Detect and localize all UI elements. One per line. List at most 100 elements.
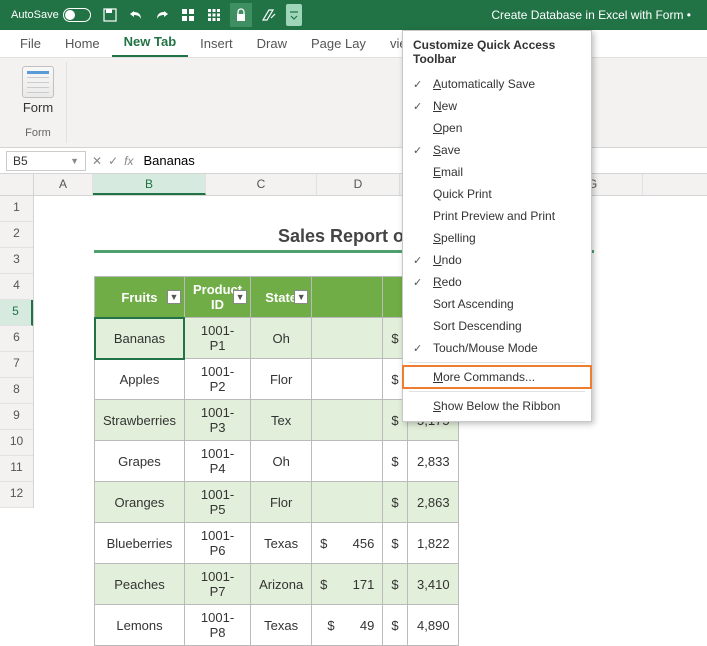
redo-icon[interactable] bbox=[152, 3, 172, 27]
worksheet-grid[interactable]: ABCDEFG 123456789101112 Sales Report of … bbox=[0, 174, 707, 508]
col-header-C[interactable]: C bbox=[206, 174, 317, 195]
qat-menu-more-commands[interactable]: More Commands... bbox=[403, 366, 591, 388]
cell-fruit[interactable]: Apples bbox=[95, 359, 185, 400]
fx-icon[interactable]: fx bbox=[124, 154, 133, 168]
cell-sales[interactable]: 2,863 bbox=[407, 482, 458, 523]
autosave-toggle[interactable]: AutoSave bbox=[8, 3, 94, 27]
qat-menu-item-print-preview-and-print[interactable]: Print Preview and Print bbox=[403, 205, 591, 227]
cell-cur[interactable]: $ bbox=[383, 605, 407, 646]
qat-menu-item-undo[interactable]: ✓Undo bbox=[403, 249, 591, 271]
row-header-6[interactable]: 6 bbox=[0, 326, 33, 352]
qat-menu-item-save[interactable]: ✓Save bbox=[403, 139, 591, 161]
row-header-3[interactable]: 3 bbox=[0, 248, 33, 274]
cell-pid[interactable]: 1001-P5 bbox=[184, 482, 250, 523]
cell-pid[interactable]: 1001-P4 bbox=[184, 441, 250, 482]
cell-qty[interactable]: $ 49 bbox=[312, 605, 383, 646]
cell-pid[interactable]: 1001-P1 bbox=[184, 318, 250, 359]
cell-qty[interactable] bbox=[312, 441, 383, 482]
checkmark-icon[interactable]: ✓ bbox=[108, 154, 118, 168]
row-header-12[interactable]: 12 bbox=[0, 482, 33, 508]
cell-qty[interactable] bbox=[312, 359, 383, 400]
row-header-8[interactable]: 8 bbox=[0, 378, 33, 404]
lock-icon[interactable] bbox=[230, 3, 252, 27]
col-header-B[interactable]: B bbox=[93, 174, 206, 195]
select-all-corner[interactable] bbox=[0, 174, 34, 195]
tab-draw[interactable]: Draw bbox=[245, 30, 299, 57]
cell-state[interactable]: Flor bbox=[251, 359, 312, 400]
cell-qty[interactable] bbox=[312, 482, 383, 523]
row-header-4[interactable]: 4 bbox=[0, 274, 33, 300]
cell-pid[interactable]: 1001-P8 bbox=[184, 605, 250, 646]
cancel-icon[interactable]: ✕ bbox=[92, 154, 102, 168]
dropdown-icon[interactable]: ▼ bbox=[294, 290, 308, 304]
cell-fruit[interactable]: Oranges bbox=[95, 482, 185, 523]
cell-fruit[interactable]: Blueberries bbox=[95, 523, 185, 564]
qat-menu-item-redo[interactable]: ✓Redo bbox=[403, 271, 591, 293]
clear-format-icon[interactable] bbox=[258, 3, 280, 27]
save-icon[interactable] bbox=[100, 3, 120, 27]
dropdown-icon[interactable]: ▼ bbox=[233, 290, 247, 304]
qat-menu-item-open[interactable]: Open bbox=[403, 117, 591, 139]
qat-menu-item-email[interactable]: Email bbox=[403, 161, 591, 183]
cell-pid[interactable]: 1001-P6 bbox=[184, 523, 250, 564]
cell-sales[interactable]: 1,822 bbox=[407, 523, 458, 564]
cell-qty[interactable] bbox=[312, 400, 383, 441]
cell-cur[interactable]: $ bbox=[383, 523, 407, 564]
qat-menu-item-sort-ascending[interactable]: Sort Ascending bbox=[403, 293, 591, 315]
cell-cur[interactable]: $ bbox=[383, 441, 407, 482]
thumbnails-icon[interactable] bbox=[204, 3, 224, 27]
qat-menu-item-sort-descending[interactable]: Sort Descending bbox=[403, 315, 591, 337]
qat-menu-show-below[interactable]: Show Below the Ribbon bbox=[403, 395, 591, 417]
cell-qty[interactable]: $ 171 bbox=[312, 564, 383, 605]
qat-menu-item-touch-mouse-mode[interactable]: ✓Touch/Mouse Mode bbox=[403, 337, 591, 359]
cell-sales[interactable]: 3,410 bbox=[407, 564, 458, 605]
cell-qty[interactable] bbox=[312, 318, 383, 359]
undo-icon[interactable] bbox=[126, 3, 146, 27]
cell-sales[interactable]: 2,833 bbox=[407, 441, 458, 482]
cell-cur[interactable]: $ bbox=[383, 564, 407, 605]
row-header-7[interactable]: 7 bbox=[0, 352, 33, 378]
tab-new-tab[interactable]: New Tab bbox=[112, 28, 189, 57]
tab-page-lay[interactable]: Page Lay bbox=[299, 30, 378, 57]
cell-pid[interactable]: 1001-P7 bbox=[184, 564, 250, 605]
col-header-A[interactable]: A bbox=[34, 174, 93, 195]
table-header[interactable]: Fruits▼ bbox=[95, 277, 185, 318]
cell-fruit[interactable]: Bananas bbox=[95, 318, 185, 359]
cell-state[interactable]: Tex bbox=[251, 400, 312, 441]
cell-state[interactable]: Flor bbox=[251, 482, 312, 523]
col-header-D[interactable]: D bbox=[317, 174, 400, 195]
qat-menu-item-automatically-save[interactable]: ✓Automatically Save bbox=[403, 73, 591, 95]
cell-fruit[interactable]: Grapes bbox=[95, 441, 185, 482]
row-header-1[interactable]: 1 bbox=[0, 196, 33, 222]
table-header[interactable]: State▼ bbox=[251, 277, 312, 318]
tab-file[interactable]: File bbox=[8, 30, 53, 57]
row-header-2[interactable]: 2 bbox=[0, 222, 33, 248]
name-box[interactable]: B5 ▼ bbox=[6, 151, 86, 171]
dropdown-icon[interactable]: ▼ bbox=[167, 290, 181, 304]
form-button[interactable]: Form bbox=[22, 66, 54, 115]
table-header[interactable]: Product ID▼ bbox=[184, 277, 250, 318]
tab-insert[interactable]: Insert bbox=[188, 30, 245, 57]
row-header-9[interactable]: 9 bbox=[0, 404, 33, 430]
cell-fruit[interactable]: Lemons bbox=[95, 605, 185, 646]
grid-icon[interactable] bbox=[178, 3, 198, 27]
cell-state[interactable]: Texas bbox=[251, 605, 312, 646]
tab-home[interactable]: Home bbox=[53, 30, 112, 57]
cell-fruit[interactable]: Strawberries bbox=[95, 400, 185, 441]
row-header-11[interactable]: 11 bbox=[0, 456, 33, 482]
qat-menu-item-new[interactable]: ✓New bbox=[403, 95, 591, 117]
cell-sales[interactable]: 4,890 bbox=[407, 605, 458, 646]
cell-fruit[interactable]: Peaches bbox=[95, 564, 185, 605]
cell-qty[interactable]: $ 456 bbox=[312, 523, 383, 564]
qat-menu-item-quick-print[interactable]: Quick Print bbox=[403, 183, 591, 205]
cell-state[interactable]: Texas bbox=[251, 523, 312, 564]
cell-cur[interactable]: $ bbox=[383, 482, 407, 523]
row-header-10[interactable]: 10 bbox=[0, 430, 33, 456]
cell-pid[interactable]: 1001-P3 bbox=[184, 400, 250, 441]
cell-pid[interactable]: 1001-P2 bbox=[184, 359, 250, 400]
table-header[interactable] bbox=[312, 277, 383, 318]
cell-state[interactable]: Arizona bbox=[251, 564, 312, 605]
qat-menu-item-spelling[interactable]: Spelling bbox=[403, 227, 591, 249]
customize-qat-button[interactable] bbox=[286, 4, 302, 26]
cell-state[interactable]: Oh bbox=[251, 441, 312, 482]
